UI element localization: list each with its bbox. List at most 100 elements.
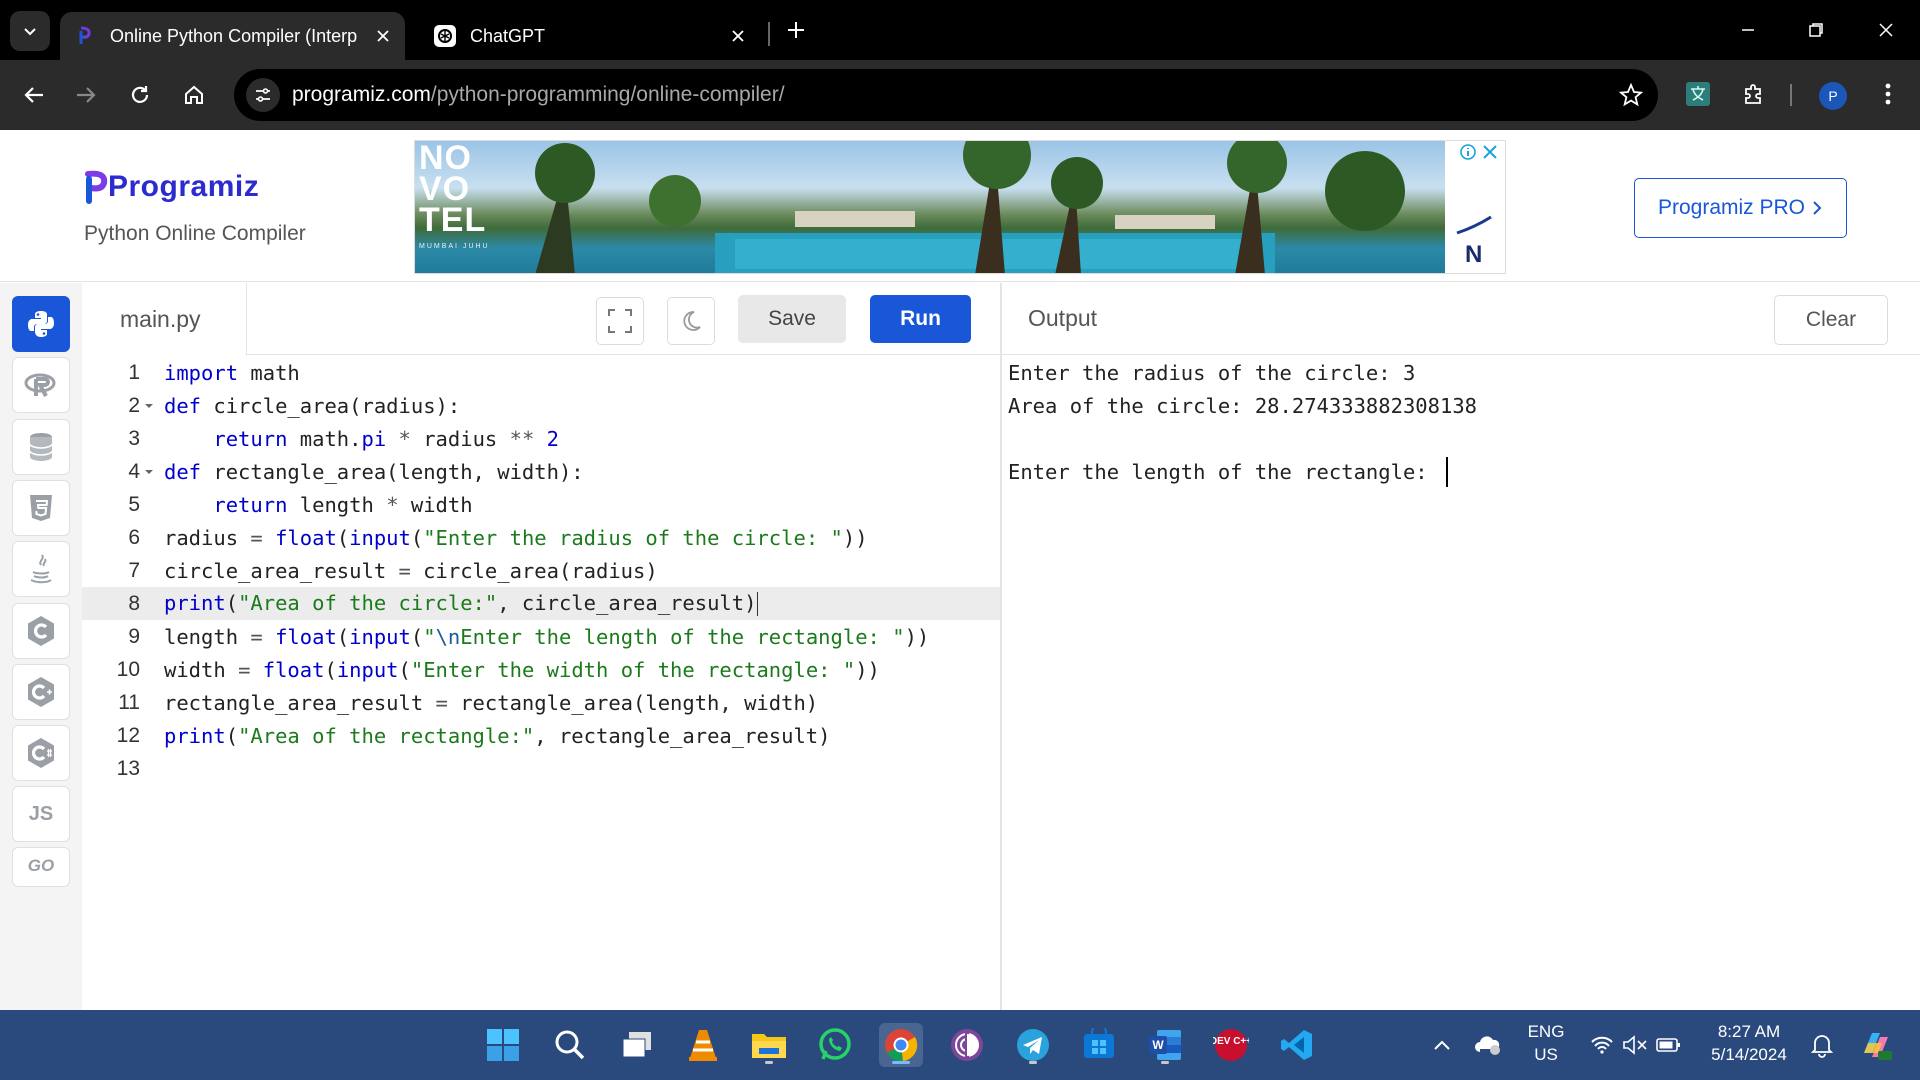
task-view-button[interactable] [615,1023,659,1067]
input-language-indicator[interactable]: ENG US [1524,1020,1568,1066]
advertisement-banner[interactable]: NO VO TEL MUMBAI JUHU N [414,140,1506,274]
translate-extension-icon[interactable] [1680,76,1716,112]
code-line[interactable]: 1 import math [82,356,1000,389]
html-language-button[interactable] [12,480,70,536]
output-line: Enter the radius of the circle: 3 [1008,356,1415,389]
telegram-app[interactable] [1011,1023,1055,1067]
notifications-button[interactable] [1800,1023,1844,1067]
clock-date: 5/14/2024 [1711,1045,1787,1064]
fold-arrow-icon[interactable] [142,465,156,479]
whatsapp-app[interactable] [813,1023,857,1067]
line-number: 13 [116,756,140,780]
clear-button[interactable]: Clear [1774,295,1888,345]
close-tab-icon[interactable] [369,22,397,50]
r-language-button[interactable] [12,357,70,413]
output-line: Area of the circle: 28.274333882308138 [1008,389,1477,422]
code-line[interactable]: 10 width = float(input("Enter the width o… [82,653,1000,686]
reload-button[interactable] [120,75,160,115]
browser-tab-strip: Online Python Compiler (Interp ChatGPT [0,0,1920,60]
code-text: print("Area of the circle:", circle_area… [164,591,759,616]
go-language-button[interactable]: GO [12,847,70,887]
close-window-button[interactable] [1866,10,1906,50]
copilot-icon [1864,1033,1892,1060]
code-line[interactable]: 6 radius = float(input("Enter the radius … [82,521,1000,554]
code-line[interactable]: 9 length = float(input("\nEnter the lengt… [82,620,1000,653]
region-code: US [1534,1045,1558,1064]
tab-search-button[interactable] [10,11,50,51]
copilot-button[interactable] [1854,1023,1898,1067]
programiz-logo[interactable]: Programiz [84,170,259,204]
output-title: Output [1028,305,1098,331]
code-line[interactable]: 4 def rectangle_area(length, width): [82,455,1000,488]
forward-button[interactable] [66,75,106,115]
back-button[interactable] [14,75,54,115]
onedrive-tray[interactable] [1466,1023,1510,1067]
file-tab-main[interactable]: main.py [82,283,247,355]
ad-image [415,141,1445,273]
windows-start-button[interactable] [481,1023,525,1067]
profile-avatar[interactable]: P [1819,82,1847,110]
close-tab-icon[interactable] [724,22,752,50]
new-tab-button[interactable] [780,14,812,46]
address-bar[interactable]: programiz.com/python-programming/online-… [234,69,1658,121]
output-console[interactable]: Enter the radius of the circle: 3 Area of… [1002,356,1920,1010]
whatsapp-icon [819,1028,851,1060]
code-text: def circle_area(radius): [164,393,461,418]
moon-icon [683,311,701,331]
code-line[interactable]: 3 return math.pi * radius ** 2 [82,422,1000,455]
code-line[interactable]: 11 rectangle_area_result = rectangle_area… [82,686,1000,719]
bookmark-star-icon[interactable] [1616,80,1646,110]
ad-choices[interactable] [1459,143,1499,161]
run-button[interactable]: Run [870,295,971,343]
clock[interactable]: 8:27 AM 5/14/2024 [1700,1020,1798,1066]
url-path: /python-programming/online-compiler/ [430,83,785,106]
sql-icon [29,433,53,461]
toolbar-separator [1790,84,1792,106]
windows-store-app[interactable] [1077,1023,1121,1067]
file-explorer-app[interactable] [747,1023,791,1067]
programiz-pro-button[interactable]: Programiz PRO [1634,178,1847,238]
code-line[interactable]: 12 print("Area of the rectangle:", rectan… [82,719,1000,752]
code-editor[interactable]: 1 import math 2 def circle_area(radius): 3 r… [82,356,1000,1010]
vlc-app[interactable] [681,1023,725,1067]
show-hidden-icons-button[interactable] [1420,1023,1464,1067]
csharp-language-button[interactable] [12,725,70,781]
save-button[interactable]: Save [738,295,846,343]
js-language-button[interactable]: JS [12,786,70,842]
code-line[interactable]: 13 [82,752,1000,785]
ad-location-text: MUMBAI JUHU [419,243,490,250]
tor-browser-app[interactable] [945,1023,989,1067]
code-line[interactable]: 7 circle_area_result = circle_area(radius… [82,554,1000,587]
code-line[interactable]: 8 print("Area of the circle:", circle_are… [82,587,1000,620]
word-app[interactable]: W [1143,1023,1187,1067]
chrome-app[interactable] [879,1023,923,1067]
home-button[interactable] [174,75,214,115]
restore-button[interactable] [1796,10,1836,50]
c-language-button[interactable] [12,603,70,659]
python-language-button[interactable] [12,296,70,352]
extensions-puzzle-icon[interactable] [1736,76,1772,112]
input-caret[interactable] [1445,456,1448,487]
vlc-icon [689,1030,717,1061]
fold-arrow-icon[interactable] [142,399,156,413]
vscode-app[interactable] [1275,1023,1319,1067]
sql-language-button[interactable] [12,419,70,475]
java-language-button[interactable] [12,541,70,597]
tor-browser-icon [951,1029,983,1061]
more-menu-icon[interactable] [1870,76,1906,112]
site-info-icon[interactable] [246,78,280,112]
tab-programiz[interactable]: Online Python Compiler (Interp [60,12,405,60]
system-tray-status[interactable] [1580,1023,1692,1067]
output-line: Enter the length of the rectangle: [1008,455,1448,488]
tab-chatgpt[interactable]: ChatGPT [420,12,760,60]
code-line[interactable]: 5 return length * width [82,488,1000,521]
search-button[interactable] [548,1023,592,1067]
minimize-button[interactable] [1728,10,1768,50]
running-indicator [892,1061,910,1064]
dark-mode-toggle[interactable] [667,297,715,345]
code-line[interactable]: 2 def circle_area(radius): [82,389,1000,422]
dev-cpp-app[interactable]: DEV C++ [1209,1023,1253,1067]
fullscreen-button[interactable] [596,297,644,345]
code-text: print("Area of the rectangle:", rectangl… [164,723,831,748]
cpp-language-button[interactable] [12,664,70,720]
